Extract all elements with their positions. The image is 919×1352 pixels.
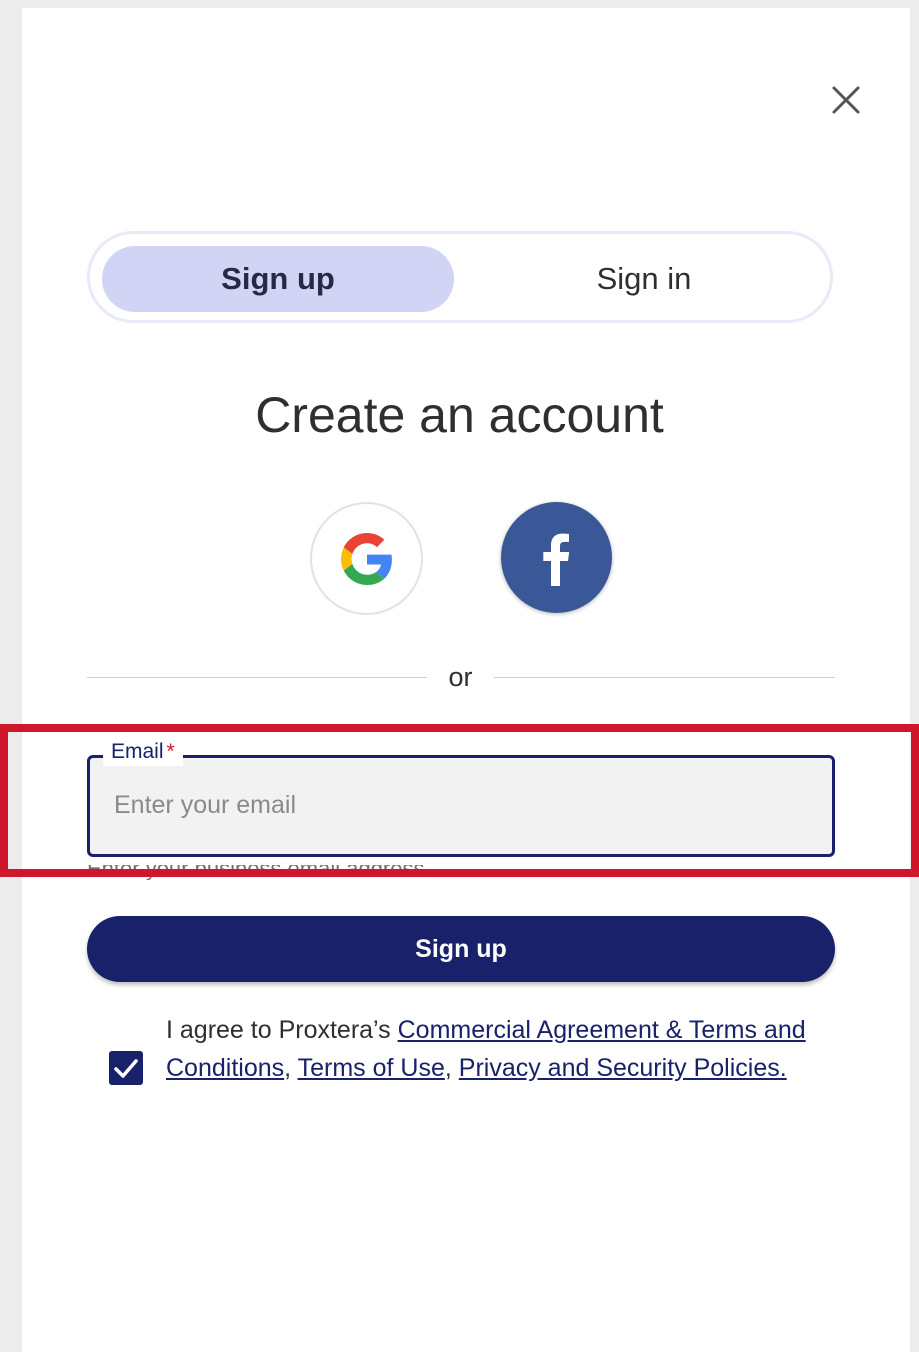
auth-tabs: Sign up Sign in [87,231,833,323]
divider-line-left [87,677,427,678]
terms-of-use-link[interactable]: Terms of Use [298,1054,445,1082]
page-title: Create an account [255,387,664,443]
tab-sign-in[interactable]: Sign in [462,246,826,312]
divider-or-text: or [448,662,473,692]
agreement-prefix: I agree to Proxtera’s [166,1016,398,1044]
checkmark-icon [114,1059,138,1078]
facebook-icon [542,533,569,586]
tab-sign-up[interactable]: Sign up [102,246,454,312]
close-icon [832,86,860,114]
divider-line-right [494,677,835,678]
agree-checkbox[interactable] [109,1051,143,1085]
privacy-policy-link[interactable]: Privacy and Security Policies. [459,1054,787,1082]
agreement-text: I agree to Proxtera’s Commercial Agreeme… [166,1012,816,1087]
close-button[interactable] [826,80,866,120]
sign-up-button[interactable]: Sign up [87,916,835,982]
google-signin-button[interactable] [310,502,423,615]
agreement-separator-2: , [444,1053,459,1082]
facebook-signin-button[interactable] [501,502,612,613]
agreement-separator-1: , [284,1053,298,1082]
google-icon [340,532,392,585]
highlight-annotation [0,724,919,877]
